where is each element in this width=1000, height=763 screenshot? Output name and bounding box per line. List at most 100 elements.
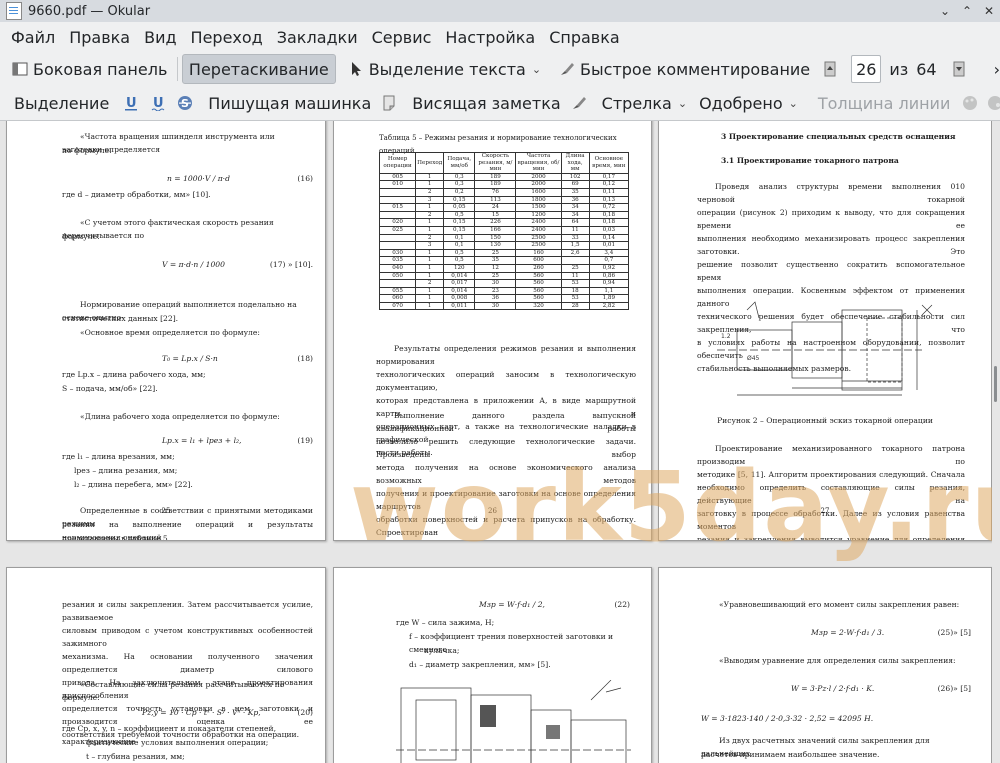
table-cell: 1 <box>415 172 445 182</box>
quick-comment-button[interactable]: Быстрое комментирование <box>553 55 816 83</box>
sidebar-icon <box>12 61 28 77</box>
table-cell: 0,008 <box>443 294 476 303</box>
page-text: формуле: <box>62 232 100 241</box>
formula-number: (16) <box>297 174 313 183</box>
table-cell: 0,2 <box>443 187 476 197</box>
page-text: метода получения на основе экономическог… <box>376 463 636 485</box>
table-cell: 0,15 <box>443 218 476 227</box>
page-text: «Уравновешивающий его момент силы закреп… <box>719 600 960 609</box>
menu-file[interactable]: Файл <box>0 28 62 47</box>
table-cell: 64 <box>560 218 590 227</box>
table-cell: 25 <box>560 263 590 273</box>
brush-icon-2[interactable] <box>571 95 587 111</box>
page-text: «Составляющие силы резания рассчитываютс… <box>62 680 285 702</box>
brush-icon <box>559 61 575 77</box>
text-select-button[interactable]: Выделение текста ⌄ <box>342 55 547 83</box>
table-cell: 0,3 <box>443 172 476 182</box>
page-text: позволило решить следующие технологическ… <box>376 437 636 459</box>
formula-number: (25)» [5] <box>937 628 971 637</box>
table-cell <box>378 187 417 197</box>
squiggly-icon[interactable]: U <box>150 95 166 112</box>
maximize-icon[interactable]: ⌃ <box>956 1 978 21</box>
table-cell: 36 <box>474 294 517 303</box>
pdf-page-29: Mзр = W·f·d₁ / 2, (22) где W – сила зажим… <box>333 567 652 763</box>
table-cell: 15 <box>474 210 517 220</box>
table-cell: 3 <box>415 195 445 205</box>
minimize-icon[interactable]: ⌄ <box>934 1 956 21</box>
chevron-down-icon[interactable]: ⌄ <box>678 97 687 110</box>
toolbar-overflow-icon[interactable]: › <box>994 60 1000 79</box>
next-page-icon[interactable] <box>951 61 967 77</box>
table-cell: 0,72 <box>588 203 630 212</box>
fill-color-icon[interactable] <box>987 95 1000 111</box>
menu-bookmarks[interactable]: Закладки <box>270 28 365 47</box>
table-cell: 30 <box>474 279 517 288</box>
table-cell: 0,03 <box>588 225 630 235</box>
scrollbar-thumb[interactable] <box>994 366 997 402</box>
close-icon[interactable]: ✕ <box>978 1 1000 21</box>
table-cell <box>378 279 417 288</box>
vertical-scrollbar[interactable] <box>992 121 1000 763</box>
chevron-down-icon[interactable]: ⌄ <box>532 63 541 76</box>
table-cell: 2500 <box>515 241 562 250</box>
table-row: 055 1 0,014 23 560 18 1,1 <box>378 286 630 296</box>
table-cell: 3,4 <box>588 248 630 258</box>
table-cell: 0,1 <box>443 233 476 243</box>
menu-go[interactable]: Переход <box>184 28 270 47</box>
menu-help[interactable]: Справка <box>542 28 627 47</box>
sidebar-button[interactable]: Боковая панель <box>6 55 173 83</box>
chevron-down-icon[interactable]: ⌄ <box>789 97 798 110</box>
table-cell: 34 <box>560 203 590 212</box>
table-cell: 130 <box>474 241 517 250</box>
page-text: lрез – длина резания, мм; <box>74 466 178 475</box>
stamp-button[interactable]: Одобрено ⌄ <box>693 89 804 117</box>
page-number-input[interactable]: 26 <box>851 55 882 83</box>
figure-caption: Рисунок 2 – Операционный эскиз токарной … <box>717 416 933 425</box>
page-text: резания и закрепления выводится уравнени… <box>697 535 965 541</box>
section-heading: 3 Проектирование специальных средств осн… <box>721 132 956 141</box>
page-text: Проведя анализ структуры времени выполне… <box>697 182 965 204</box>
note-icon[interactable] <box>381 95 397 111</box>
table-cell: 3 <box>415 241 445 250</box>
formula-number: (17) » [10]. <box>269 260 313 269</box>
okular-app-icon <box>6 2 22 20</box>
menu-settings[interactable]: Настройка <box>438 28 542 47</box>
table-cell: 0,12 <box>588 180 630 189</box>
typewriter-button[interactable]: Пишущая машинка <box>202 89 377 117</box>
color-palette-icon[interactable] <box>962 95 978 111</box>
table-cell: 69 <box>560 180 590 189</box>
table-cell: 53 <box>560 279 590 288</box>
page-text: S – подача, мм/об» [22]. <box>62 384 158 393</box>
table-cell: 0,14 <box>588 233 630 243</box>
drag-mode-button[interactable]: Перетаскивание <box>181 54 336 84</box>
table-row: 2 0,017 30 560 53 0,94 <box>378 279 630 288</box>
document-viewport[interactable]: «Частота вращения шпинделя инструмента и… <box>0 121 1000 763</box>
menu-tools[interactable]: Сервис <box>365 28 439 47</box>
menu-edit[interactable]: Правка <box>62 28 137 47</box>
page-text: кулачка; <box>424 646 460 655</box>
table-cell: 1 <box>415 256 445 265</box>
table-cell: 0,86 <box>588 271 630 281</box>
formula-number: (19) <box>297 436 313 445</box>
table-cell: 0,014 <box>443 286 476 296</box>
menu-view[interactable]: Вид <box>137 28 183 47</box>
arrow-button[interactable]: Стрелка ⌄ <box>596 89 693 117</box>
line-width-button[interactable]: Толщина линии <box>812 89 957 117</box>
page-text: l₂ – длина перебега, мм» [22]. <box>74 480 193 489</box>
table-cell: 120 <box>443 263 476 273</box>
table-cell: 035 <box>378 256 417 265</box>
window-title: 9660.pdf — Okular <box>28 3 151 19</box>
table-row: 050 1 0,014 25 560 11 0,86 <box>378 271 630 281</box>
typewriter-label: Пишущая машинка <box>208 93 372 113</box>
strikeout-icon[interactable]: S <box>177 95 193 111</box>
underline-icon[interactable]: U <box>123 95 139 111</box>
table-cell: 0,7 <box>588 256 630 265</box>
highlight-button[interactable]: Выделение <box>8 89 115 117</box>
popup-note-button[interactable]: Висящая заметка <box>406 89 566 117</box>
menu-bar: Файл Правка Вид Переход Закладки Сервис … <box>0 22 1000 52</box>
table-cell: 1600 <box>515 187 562 197</box>
table-cell: 102 <box>560 172 590 182</box>
table-cell: 1 <box>415 286 445 296</box>
table-header: Номер операции <box>378 152 417 174</box>
previous-page-icon[interactable] <box>822 61 838 77</box>
